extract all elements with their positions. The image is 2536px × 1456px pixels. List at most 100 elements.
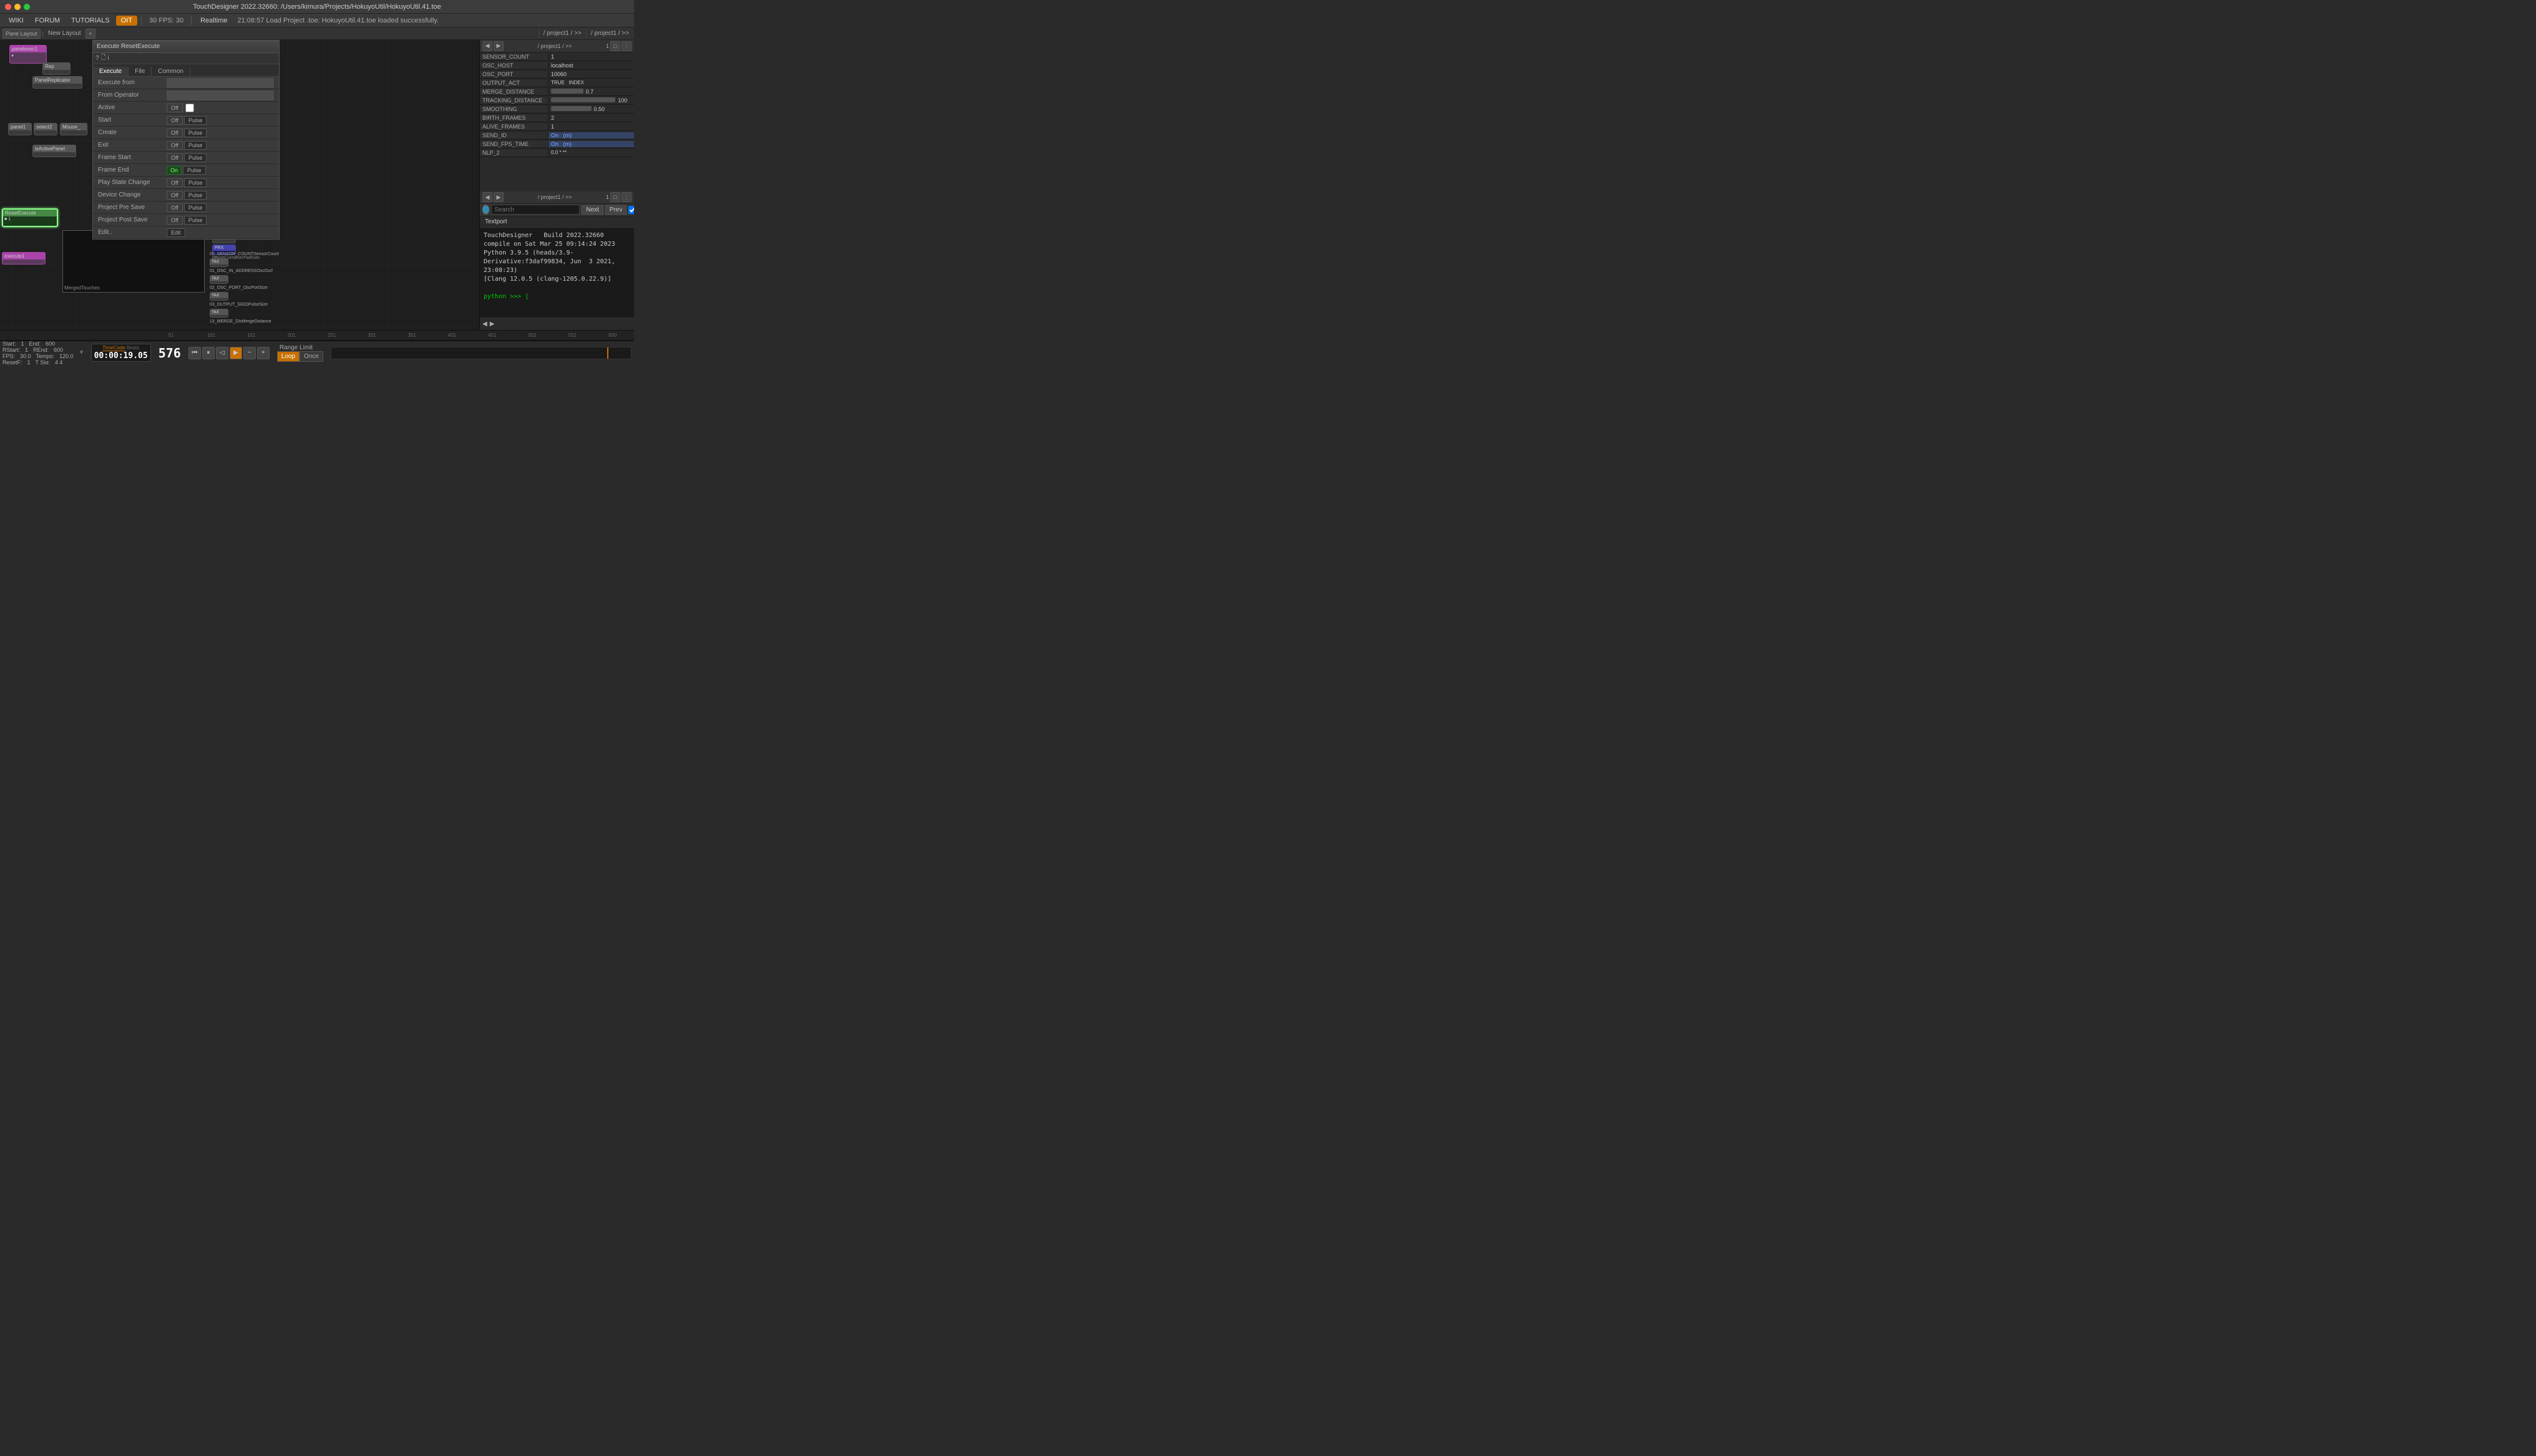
dialog-project-post-save-toggle[interactable]: Off (167, 216, 183, 225)
dialog-tab-file[interactable]: File (129, 67, 152, 76)
add-layout-btn[interactable]: + (85, 29, 95, 39)
sensor-nul-1[interactable]: Nul (210, 258, 228, 267)
rpanel-bottom-btn1[interactable]: ◀ (482, 192, 492, 202)
node-canvas[interactable]: panelexec1 ● Rep PanelReplicator PanelRe… (0, 40, 479, 330)
textport-content[interactable]: TouchDesigner Build 2022.32660 compile o… (480, 228, 634, 318)
dialog-start-pulse[interactable]: Pulse (184, 116, 207, 125)
once-btn[interactable]: Once (300, 351, 323, 362)
menu-forum[interactable]: FORUM (30, 16, 65, 26)
textport-input-line[interactable]: python >>> | (484, 293, 630, 301)
dialog-play-state-pulse[interactable]: Pulse (184, 178, 207, 187)
dialog-exit-pulse[interactable]: Pulse (184, 141, 207, 150)
menu-wiki[interactable]: WIKI (4, 16, 29, 26)
sensor-nul-2[interactable]: Nul (210, 275, 228, 284)
dialog-create-toggle[interactable]: Off (167, 129, 183, 137)
prev-button[interactable]: Prev (605, 205, 627, 215)
rpanel-btn1[interactable]: ◀ (482, 41, 492, 51)
maximize-button[interactable] (24, 4, 30, 10)
menu-tutorials[interactable]: TUTORIALS (66, 16, 115, 26)
menu-realtime[interactable]: Realtime (195, 16, 232, 26)
dialog-tab-common[interactable]: Common (152, 67, 190, 76)
dialog-play-state-toggle[interactable]: Off (167, 178, 183, 187)
dialog-file-icon[interactable]: 🗋 (101, 53, 106, 64)
node-mouse[interactable]: Mouse_ (60, 123, 87, 135)
dialog-device-change-pulse[interactable]: Pulse (184, 191, 207, 200)
dialog-project-pre-save-pulse[interactable]: Pulse (184, 203, 207, 212)
dialog-device-change-toggle[interactable]: Off (167, 191, 183, 200)
prop-nlp2-value[interactable]: 0.0 * ** (549, 150, 634, 155)
prop-send-fps-value[interactable]: On (m) (549, 141, 634, 147)
prop-merge-dist-value[interactable]: 0.7 (549, 89, 634, 95)
dialog-info-icon[interactable]: i (108, 55, 109, 62)
node-reset-execute[interactable]: ResetExecute ■ 1 (2, 208, 58, 227)
rpanel-bottom-btn2[interactable]: ▶ (494, 192, 504, 202)
node-panel-replicator[interactable]: PanelReplicator (32, 76, 82, 89)
prop-smoothing-value[interactable]: 0.50 (549, 106, 634, 112)
node-is-active-panel[interactable]: isActivePanel (32, 145, 76, 157)
rewind-btn[interactable]: ⏮ (188, 347, 201, 359)
play-btn[interactable]: ▶ (230, 347, 242, 359)
loop-btn[interactable]: Loop (277, 351, 300, 362)
prop-sensor-count-value[interactable]: 1 (549, 54, 634, 60)
node-panel1[interactable]: panel1 (8, 123, 32, 135)
prop-output-act-value[interactable]: TRUE INDEX (549, 80, 634, 85)
next-button[interactable]: Next (582, 205, 603, 215)
node-select2[interactable]: select2 (34, 123, 57, 135)
textport-nav-left[interactable]: ◀ (482, 321, 487, 328)
prop-alive-frames-value[interactable]: 1 (549, 124, 634, 130)
rpanel-btn2[interactable]: ▶ (494, 41, 504, 51)
stop-btn[interactable]: ⏸ (202, 347, 215, 359)
dialog-help-icon[interactable]: ? (95, 55, 99, 62)
dialog-frame-start-toggle[interactable]: Off (167, 153, 183, 162)
dialog-execute-from-value[interactable] (167, 78, 274, 88)
dialog-tab-execute[interactable]: Execute (93, 67, 129, 76)
close-button[interactable] (5, 4, 11, 10)
dialog-active-toggle[interactable]: Off (167, 104, 183, 112)
prop-osc-port-value[interactable]: 10060 (549, 71, 634, 77)
dialog-row-active: Active Off (93, 102, 279, 114)
node-rep[interactable]: Rep (42, 62, 71, 75)
dialog-active-checkbox[interactable] (185, 104, 194, 112)
menu-oit[interactable]: OIT (116, 16, 137, 26)
wordwrap-checkbox[interactable] (628, 206, 634, 214)
dialog-project-post-save-pulse[interactable]: Pulse (184, 216, 207, 225)
timeline-scrubber[interactable] (331, 347, 632, 359)
playhead (607, 347, 608, 359)
rpanel-bottom-expand-btn[interactable]: □ (610, 192, 620, 202)
dialog-from-operator-value[interactable] (167, 90, 274, 100)
pane-layout-btn[interactable]: Pane Layout (2, 29, 41, 39)
next-plus-btn[interactable]: + (257, 347, 270, 359)
dialog-edit-btn[interactable]: Edit (167, 228, 185, 237)
timeline-toggle[interactable]: ▼ (79, 343, 86, 363)
minimize-button[interactable] (14, 4, 21, 10)
rpanel-bottom-more-btn[interactable]: ⋮ (622, 192, 632, 202)
search-input[interactable] (491, 205, 580, 215)
rpanel-more-btn[interactable]: ⋮ (622, 41, 632, 51)
dialog-exit-toggle[interactable]: Off (167, 141, 183, 150)
prev-frame-btn[interactable]: ◁ (216, 347, 228, 359)
prop-send-id-value[interactable]: On (m) (549, 132, 634, 138)
sensor-nul-3[interactable]: Nul (210, 292, 228, 301)
timecode-display[interactable]: TimeCode Beats 00:00:19.05 (91, 344, 151, 362)
dialog-frame-start-pulse[interactable]: Pulse (184, 153, 207, 162)
node-panelexec1[interactable]: panelexec1 ● (9, 45, 47, 64)
prop-row-merge-dist: MERGE_DISTANCE 0.7 (480, 87, 634, 96)
prop-row-osc-port: OSC_PORT 10060 (480, 70, 634, 79)
textport-tab[interactable]: Textport (480, 216, 634, 228)
node-execute1[interactable]: execute1 (2, 252, 46, 265)
frame-display[interactable]: 576 (154, 346, 186, 361)
dialog-start-toggle[interactable]: Off (167, 116, 183, 125)
prop-tracking-dist-value[interactable]: 100 (549, 97, 634, 104)
prop-osc-host-value[interactable]: localhost (549, 62, 634, 69)
beats-label[interactable]: Beats (127, 345, 139, 351)
tsig-value: 4 4 (55, 359, 63, 365)
sensor-nul-4[interactable]: Nul (210, 309, 228, 318)
next-minus-btn[interactable]: − (243, 347, 256, 359)
dialog-create-pulse[interactable]: Pulse (184, 129, 207, 137)
timecode-label[interactable]: TimeCode (102, 345, 125, 351)
rpanel-expand-btn[interactable]: □ (610, 41, 620, 51)
textport-nav-right[interactable]: ▶ (490, 321, 495, 328)
dialog-project-pre-save-toggle[interactable]: Off (167, 203, 183, 212)
dialog-frame-end-pulse[interactable]: Pulse (183, 166, 206, 175)
prop-birth-frames-value[interactable]: 2 (549, 115, 634, 121)
